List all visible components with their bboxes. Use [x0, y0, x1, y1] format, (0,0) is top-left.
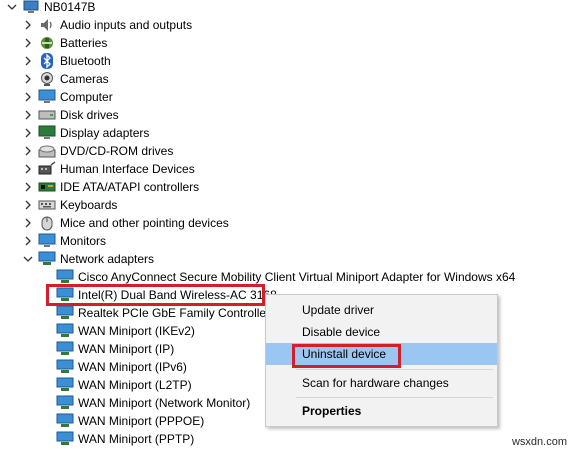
device-label: WAN Miniport (IKEv2) — [78, 324, 195, 338]
network-device-row[interactable]: Realtek PCIe GbE Family Controller — [56, 304, 270, 322]
tree-item-display-adapters[interactable]: Display adapters — [22, 124, 149, 142]
tree-item-label: Computer — [60, 90, 113, 104]
network-card-icon — [56, 394, 74, 412]
display-adapter-icon — [38, 124, 56, 142]
monitor-icon — [38, 88, 56, 106]
device-label: WAN Miniport (PPTP) — [78, 432, 195, 446]
tree-item-cameras[interactable]: Cameras — [22, 70, 109, 88]
menu-item-properties[interactable]: Properties — [266, 400, 497, 422]
tree-item-dvd[interactable]: DVD/CD-ROM drives — [22, 142, 173, 160]
tree-item-label: Audio inputs and outputs — [60, 18, 193, 32]
device-label: WAN Miniport (Network Monitor) — [78, 396, 251, 410]
network-device-row[interactable]: WAN Miniport (PPPOE) — [56, 412, 204, 430]
tree-item-mice[interactable]: Mice and other pointing devices — [22, 214, 229, 232]
network-device-row[interactable]: WAN Miniport (IPv6) — [56, 358, 187, 376]
tree-item-label: Mice and other pointing devices — [60, 216, 229, 230]
network-card-icon — [56, 322, 74, 340]
tree-item-disk-drives[interactable]: Disk drives — [22, 106, 119, 124]
network-card-icon — [56, 286, 74, 304]
tree-item-label: IDE ATA/ATAPI controllers — [60, 180, 200, 194]
battery-icon — [38, 34, 56, 52]
menu-separator — [296, 369, 493, 370]
device-label: Realtek PCIe GbE Family Controller — [78, 306, 271, 320]
keyboard-icon — [38, 196, 56, 214]
chevron-right-icon[interactable] — [22, 142, 34, 160]
device-label: WAN Miniport (IPv6) — [78, 360, 187, 374]
tree-item-label: DVD/CD-ROM drives — [60, 144, 174, 158]
network-card-icon — [56, 304, 74, 322]
tree-item-label: Display adapters — [60, 126, 150, 140]
dvd-drive-icon — [38, 142, 56, 160]
ide-controller-icon — [38, 178, 56, 196]
chevron-right-icon[interactable] — [22, 88, 34, 106]
chevron-right-icon[interactable] — [22, 52, 34, 70]
tree-item-hid[interactable]: Human Interface Devices — [22, 160, 195, 178]
chevron-right-icon[interactable] — [22, 34, 34, 52]
network-device-row[interactable]: WAN Miniport (IKEv2) — [56, 322, 195, 340]
speaker-icon — [38, 16, 56, 34]
tree-item-label: Network adapters — [60, 252, 155, 266]
device-label: WAN Miniport (IP) — [78, 342, 175, 356]
chevron-right-icon[interactable] — [22, 124, 34, 142]
tree-item-computer[interactable]: Computer — [22, 88, 113, 106]
tree-item-label: Disk drives — [60, 108, 119, 122]
chevron-right-icon[interactable] — [22, 160, 34, 178]
tree-item-label: Human Interface Devices — [60, 162, 195, 176]
chevron-right-icon[interactable] — [22, 106, 34, 124]
device-label: WAN Miniport (PPPOE) — [78, 414, 205, 428]
network-card-icon — [56, 376, 74, 394]
device-label: WAN Miniport (L2TP) — [78, 378, 192, 392]
computer-name: NB0147B — [44, 0, 96, 14]
chevron-down-icon[interactable] — [22, 250, 34, 268]
menu-separator — [296, 397, 493, 398]
menu-item-update-driver[interactable]: Update driver — [266, 299, 497, 321]
chevron-right-icon[interactable] — [22, 214, 34, 232]
context-menu: Update driver Disable device Uninstall d… — [265, 294, 498, 427]
tree-item-label: Keyboards — [60, 198, 118, 212]
network-card-icon — [56, 430, 74, 448]
tree-item-label: Monitors — [60, 234, 107, 248]
tree-root[interactable]: NB0147B — [6, 0, 95, 16]
network-device-row[interactable]: WAN Miniport (Network Monitor) — [56, 394, 250, 412]
chevron-right-icon[interactable] — [22, 232, 34, 250]
mouse-icon — [38, 214, 56, 232]
tree-item-network-adapters[interactable]: Network adapters — [22, 250, 154, 268]
camera-icon — [38, 70, 56, 88]
menu-item-scan-hardware[interactable]: Scan for hardware changes — [266, 372, 497, 394]
menu-item-disable-device[interactable]: Disable device — [266, 321, 497, 343]
network-device-row[interactable]: WAN Miniport (IP) — [56, 340, 174, 358]
chevron-down-icon[interactable] — [6, 0, 18, 16]
computer-root-icon — [22, 0, 40, 16]
tree-item-label: Bluetooth — [60, 54, 111, 68]
network-device-row-selected[interactable]: Intel(R) Dual Band Wireless-AC 3168 — [56, 286, 277, 304]
chevron-right-icon[interactable] — [22, 196, 34, 214]
bluetooth-icon — [38, 52, 56, 70]
network-card-icon — [56, 340, 74, 358]
tree-item-monitors[interactable]: Monitors — [22, 232, 106, 250]
network-device-row[interactable]: Cisco AnyConnect Secure Mobility Client … — [56, 268, 515, 286]
network-device-row[interactable]: WAN Miniport (PPTP) — [56, 430, 194, 448]
tree-item-bluetooth[interactable]: Bluetooth — [22, 52, 111, 70]
network-device-row[interactable]: WAN Miniport (L2TP) — [56, 376, 192, 394]
chevron-right-icon[interactable] — [22, 178, 34, 196]
device-label: Intel(R) Dual Band Wireless-AC 3168 — [78, 288, 277, 302]
tree-item-ide[interactable]: IDE ATA/ATAPI controllers — [22, 178, 199, 196]
watermark: wsxdn.com — [511, 436, 567, 448]
network-card-icon — [56, 268, 74, 286]
tree-item-label: Batteries — [60, 36, 108, 50]
tree-item-keyboards[interactable]: Keyboards — [22, 196, 117, 214]
network-card-icon — [56, 358, 74, 376]
disk-drive-icon — [38, 106, 56, 124]
tree-item-label: Cameras — [60, 72, 109, 86]
tree-item-audio[interactable]: Audio inputs and outputs — [22, 16, 192, 34]
network-adapter-icon — [38, 250, 56, 268]
network-card-icon — [56, 412, 74, 430]
chevron-right-icon[interactable] — [22, 16, 34, 34]
chevron-right-icon[interactable] — [22, 70, 34, 88]
tree-item-batteries[interactable]: Batteries — [22, 34, 107, 52]
device-label: Cisco AnyConnect Secure Mobility Client … — [78, 270, 516, 284]
monitor-icon — [38, 232, 56, 250]
hid-icon — [38, 160, 56, 178]
menu-item-uninstall-device[interactable]: Uninstall device — [266, 343, 497, 365]
